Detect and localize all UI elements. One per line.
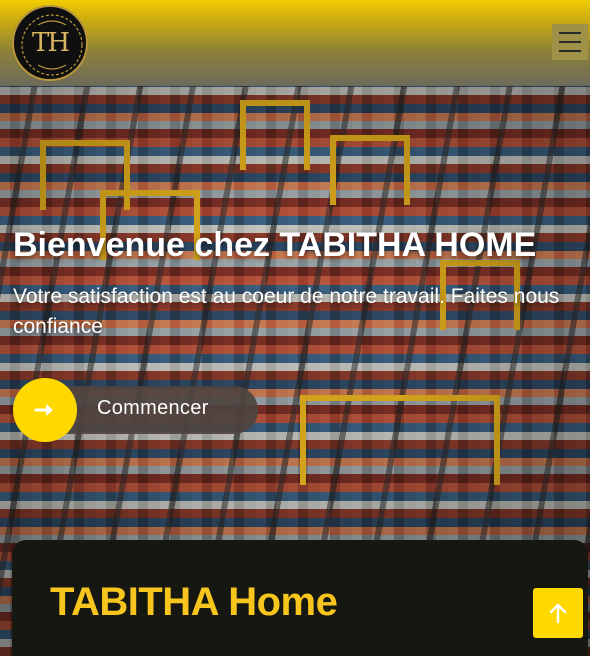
arrow-right-icon — [34, 404, 53, 416]
commencer-button[interactable]: Commencer — [13, 378, 258, 442]
top-navbar: TH — [0, 0, 590, 86]
arrow-up-icon — [549, 603, 567, 624]
logo-monogram: TH — [31, 28, 70, 58]
hamburger-menu-button[interactable] — [552, 24, 588, 60]
hamburger-line — [559, 41, 581, 43]
section-title: TABITHA Home — [50, 580, 338, 624]
hamburger-menu-icon — [559, 32, 581, 34]
brand-logo[interactable]: TH — [12, 5, 88, 81]
cta-label: Commencer — [97, 397, 209, 419]
about-card: TABITHA Home — [12, 540, 588, 656]
cta-icon-circle — [13, 378, 77, 442]
hamburger-line — [559, 50, 581, 52]
hero-title: Bienvenue chez TABITHA HOME — [13, 226, 537, 264]
scroll-to-top-button[interactable] — [533, 588, 583, 638]
hero-subtitle: Votre satisfaction est au coeur de notre… — [13, 285, 560, 338]
